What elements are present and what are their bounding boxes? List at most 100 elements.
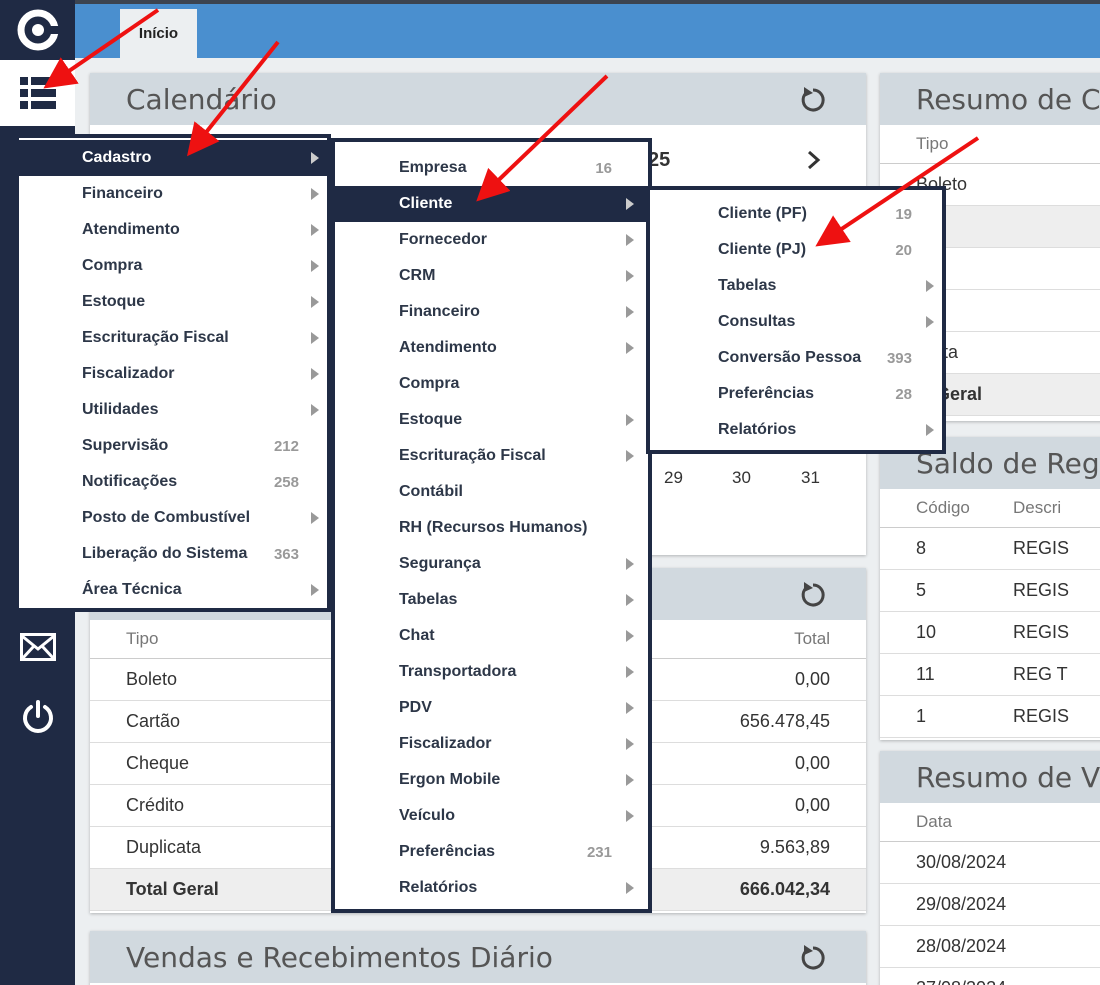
menu-item-label: Atendimento xyxy=(82,221,180,238)
menu-item-financeiro[interactable]: Financeiro xyxy=(19,176,327,212)
menu-item-escrituracao-fiscal[interactable]: Escrituração Fiscal xyxy=(335,438,648,474)
submenu-arrow-icon xyxy=(311,368,319,380)
menu-item-veiculo[interactable]: Veículo xyxy=(335,798,648,834)
menu-item-count-badge: 393 xyxy=(886,349,912,367)
menu-item-preferencias[interactable]: Preferências 231 xyxy=(335,834,648,870)
submenu-arrow-icon xyxy=(626,630,634,642)
menu-item-label: RH (Recursos Humanos) xyxy=(399,519,588,536)
menu-item-notificacoes[interactable]: Notificações 258 xyxy=(19,464,327,500)
menu-item-supervisao[interactable]: Supervisão 212 xyxy=(19,428,327,464)
menu-item-label: Estoque xyxy=(399,411,463,428)
row-codigo: 5 xyxy=(880,569,1013,612)
menu-item-estoque[interactable]: Estoque xyxy=(19,284,327,320)
menu-item-fiscalizador[interactable]: Fiscalizador xyxy=(19,356,327,392)
menu-item-conversao-pessoa[interactable]: Conversão Pessoa 393 xyxy=(650,340,942,376)
menu-item-escrituracao-fiscal[interactable]: Escrituração Fiscal xyxy=(19,320,327,356)
row-descricao: REGIS xyxy=(1013,527,1100,570)
menu-item-label: Ergon Mobile xyxy=(399,771,501,788)
menu-item-label: Escrituração Fiscal xyxy=(399,447,546,464)
menu-item-label: Transportadora xyxy=(399,663,517,680)
menu-item-label: Cliente (PF) xyxy=(718,205,807,222)
refresh-icon[interactable] xyxy=(798,943,828,973)
menu-item-utilidades[interactable]: Utilidades xyxy=(19,392,327,428)
menu-item-fiscalizador[interactable]: Fiscalizador xyxy=(335,726,648,762)
submenu-arrow-icon xyxy=(626,702,634,714)
menu-item-cliente-pf[interactable]: Cliente (PF) 19 xyxy=(650,196,942,232)
menu-item-seguranca[interactable]: Segurança xyxy=(335,546,648,582)
menu-item-count-badge: 19 xyxy=(895,205,912,223)
saldo-table: Código Descri 8 REGIS 5 REGIS 10 REGIS 11 RE… xyxy=(880,489,1100,738)
menu-item-pdv[interactable]: PDV xyxy=(335,690,648,726)
menu-item-label: Escrituração Fiscal xyxy=(82,329,229,346)
submenu-arrow-icon xyxy=(626,774,634,786)
power-icon[interactable] xyxy=(0,692,75,742)
calendar-day[interactable]: 29 xyxy=(664,468,683,488)
table-row: 29/08/2024 xyxy=(880,883,1100,926)
calendar-day[interactable]: 31 xyxy=(801,468,820,488)
menu-item-atendimento[interactable]: Atendimento xyxy=(335,330,648,366)
menu-item-ergon-mobile[interactable]: Ergon Mobile xyxy=(335,762,648,798)
tab-inicio[interactable]: Início xyxy=(120,9,197,58)
submenu-arrow-icon xyxy=(626,342,634,354)
calendar-day[interactable]: 30 xyxy=(732,468,751,488)
resumo-v-table: Data 30/08/2024 29/08/2024 28/08/2024 27… xyxy=(880,803,1100,985)
menu-item-rh-recursos-humanos[interactable]: RH (Recursos Humanos) xyxy=(335,510,648,546)
mail-icon[interactable] xyxy=(0,622,75,672)
menu-item-label: Consultas xyxy=(718,313,796,330)
menu-item-financeiro[interactable]: Financeiro xyxy=(335,294,648,330)
row-descricao: REGIS xyxy=(1013,569,1100,612)
menu-item-estoque[interactable]: Estoque xyxy=(335,402,648,438)
submenu-arrow-icon xyxy=(626,558,634,570)
submenu-arrow-icon xyxy=(626,270,634,282)
menu-item-label: Compra xyxy=(82,257,143,274)
resumo-c-title: Resumo de C xyxy=(916,83,1100,116)
menu-level-3: Cliente (PF) 19 Cliente (PJ) 20 Tabelas Consu… xyxy=(646,186,946,454)
row-codigo: 8 xyxy=(880,527,1013,570)
menu-item-tabelas[interactable]: Tabelas xyxy=(335,582,648,618)
main-menu-list-icon[interactable] xyxy=(0,60,75,126)
calendar-title: Calendário xyxy=(126,83,277,116)
menu-item-label: Veículo xyxy=(399,807,456,824)
menu-item-label: Empresa xyxy=(399,159,467,176)
menu-item-preferencias[interactable]: Preferências 28 xyxy=(650,376,942,412)
menu-item-count-badge: 212 xyxy=(273,437,299,455)
menu-item-cadastro[interactable]: Cadastro xyxy=(19,140,327,176)
menu-item-relatorios[interactable]: Relatórios xyxy=(650,412,942,448)
menu-item-compra[interactable]: Compra xyxy=(19,248,327,284)
menu-item-label: Supervisão xyxy=(82,437,169,454)
menu-level-2: Empresa 16 Cliente Fornecedor CRM Financeiro A… xyxy=(331,138,652,913)
menu-item-crm[interactable]: CRM xyxy=(335,258,648,294)
menu-item-atendimento[interactable]: Atendimento xyxy=(19,212,327,248)
row-descricao: REGIS xyxy=(1013,611,1100,654)
submenu-arrow-icon xyxy=(926,424,934,436)
resumo-v-header: Resumo de V xyxy=(880,751,1100,803)
submenu-arrow-icon xyxy=(311,332,319,344)
resumo-c-header: Resumo de C xyxy=(880,73,1100,125)
refresh-icon[interactable] xyxy=(798,85,828,115)
menu-item-empresa[interactable]: Empresa 16 xyxy=(335,150,648,186)
submenu-arrow-icon xyxy=(311,404,319,416)
row-data: 28/08/2024 xyxy=(880,925,1100,968)
menu-item-liberacao-do-sistema[interactable]: Liberação do Sistema 363 xyxy=(19,536,327,572)
sales-card: Vendas e Recebimentos Diário xyxy=(90,931,866,985)
menu-item-consultas[interactable]: Consultas xyxy=(650,304,942,340)
table-row: 27/08/2024 xyxy=(880,967,1100,985)
menu-item-relatorios[interactable]: Relatórios xyxy=(335,870,648,906)
menu-item-tabelas[interactable]: Tabelas xyxy=(650,268,942,304)
menu-item-transportadora[interactable]: Transportadora xyxy=(335,654,648,690)
menu-item-cliente-pj[interactable]: Cliente (PJ) 20 xyxy=(650,232,942,268)
submenu-arrow-icon xyxy=(926,280,934,292)
menu-item-fornecedor[interactable]: Fornecedor xyxy=(335,222,648,258)
menu-item-chat[interactable]: Chat xyxy=(335,618,648,654)
menu-item-area-tecnica[interactable]: Área Técnica xyxy=(19,572,327,608)
menu-item-contabil[interactable]: Contábil xyxy=(335,474,648,510)
refresh-icon[interactable] xyxy=(798,580,828,610)
table-row: 8 REGIS xyxy=(880,527,1100,570)
chevron-right-icon[interactable] xyxy=(806,150,822,170)
menu-item-compra[interactable]: Compra xyxy=(335,366,648,402)
menu-item-cliente[interactable]: Cliente xyxy=(335,186,648,222)
app-logo-icon[interactable] xyxy=(0,0,75,60)
menu-item-label: CRM xyxy=(399,267,436,284)
menu-item-posto-de-combustivel[interactable]: Posto de Combustível xyxy=(19,500,327,536)
menu-item-label: Fiscalizador xyxy=(82,365,175,382)
